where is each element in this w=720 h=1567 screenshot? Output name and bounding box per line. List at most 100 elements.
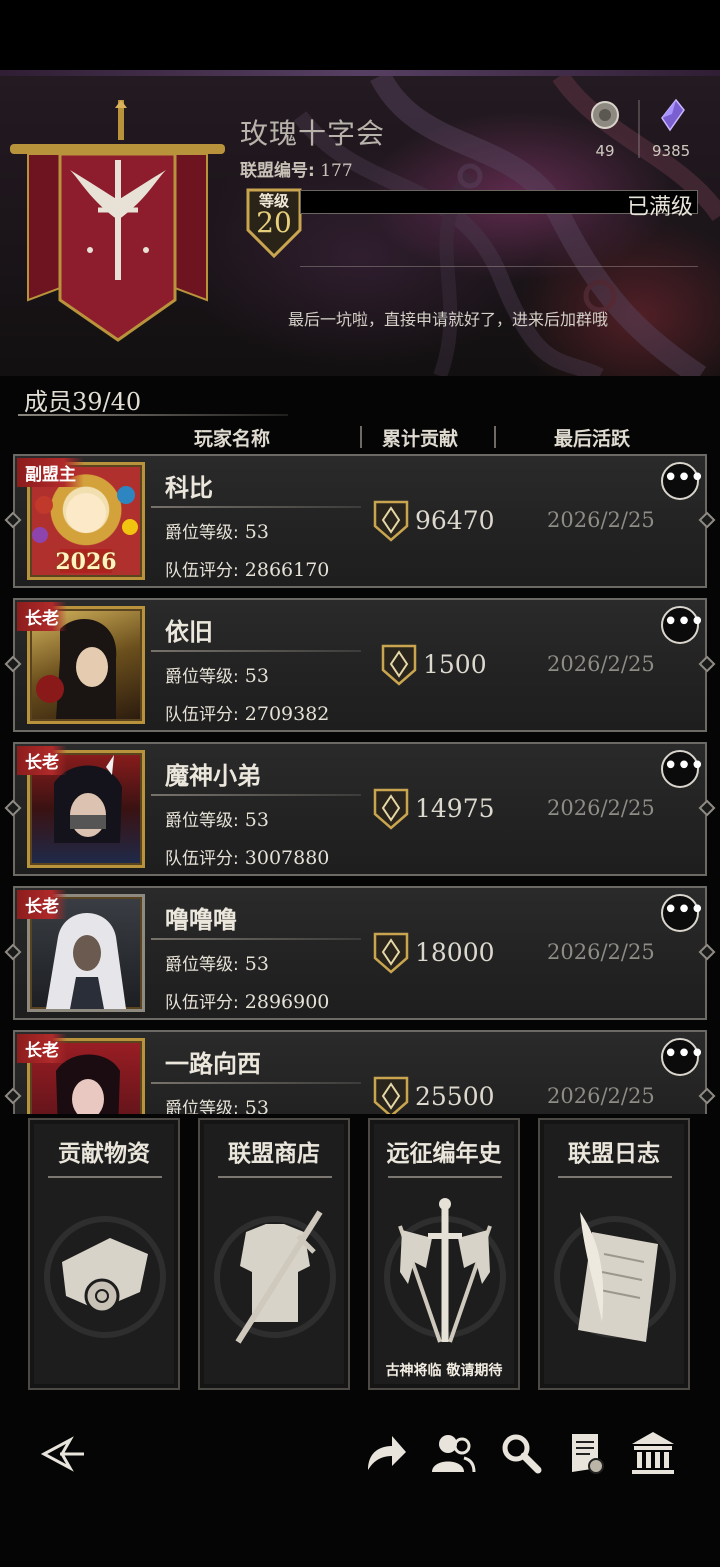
team-score: 队伍评分: 2866170 [165,556,329,581]
member-row[interactable]: 长老 依旧 爵位等级: 53 队伍评分: 2709382 1500 2026/2… [4,598,716,732]
row-ornament [698,943,716,961]
column-last-active: 最后活跃 [554,428,631,450]
panel-divider [48,1176,162,1178]
expedition-chronicle-panel[interactable]: 远征编年史 古神将临 敬请期待 [368,1118,520,1390]
avatar-caption: 2026 [55,549,117,575]
bottom-toolbar [0,1400,720,1567]
guild-banner-emblem [10,100,225,342]
more-options-button[interactable]: ••• [661,894,705,932]
row-ornament [698,1087,716,1105]
members-icon[interactable] [430,1430,476,1476]
panel-title: 远征编年史 [386,1141,502,1167]
contribution-value: 25500 [415,1082,495,1111]
row-ornament [4,511,22,529]
panel-divider [388,1176,502,1178]
role-badge: 长老 [17,746,67,775]
member-row[interactable]: 长老 噜噜噜 爵位等级: 53 队伍评分: 2896900 18000 2026… [4,886,716,1020]
more-options-button[interactable]: ••• [661,1038,705,1076]
rank-value: 53 [244,521,269,543]
currency-crystal-value: 9385 [652,142,691,160]
currency-divider [638,100,640,158]
contribution-icon [373,932,409,974]
row-ornament [698,511,716,529]
guild-name: 玫瑰十字会 [240,117,386,150]
player-rank: 爵位等级: 53 [165,950,269,975]
player-name: 一路向西 [165,1050,261,1078]
role-badge: 长老 [17,602,67,631]
row-ornament [4,1087,22,1105]
column-contribution: 累计贡献 [382,428,459,450]
name-underline [151,650,361,652]
level-status: 已满级 [626,195,693,220]
score-label: 队伍评分: [165,705,239,725]
panel-title: 联盟日志 [568,1141,660,1167]
quill-document-icon [554,1212,676,1342]
last-active-date: 2026/2/25 [547,796,655,820]
row-ornament [4,943,22,961]
player-rank: 爵位等级: 53 [165,518,269,543]
column-divider [494,426,496,448]
member-row[interactable]: 长老 一路向西 爵位等级: 53 25500 2026/2/25 ••• [4,1030,716,1114]
crossed-banners-sword-icon [384,1198,506,1343]
last-active-date: 2026/2/25 [547,1084,655,1108]
player-name: 魔神小弟 [165,762,261,790]
guild-motto: 最后一坑啦，直接申请就好了，进来后加群哦 [288,310,609,329]
purple-crystal-icon [661,98,686,132]
armor-sword-icon [214,1210,336,1344]
player-rank: 爵位等级: 53 [165,1094,269,1114]
guild-level: 20 [256,206,292,239]
share-icon[interactable] [362,1430,408,1476]
guild-id-label: 联盟编号: [240,161,315,181]
last-active-date: 2026/2/25 [547,652,655,676]
guild-hall-icon[interactable] [630,1430,676,1476]
member-row[interactable]: 长老 魔神小弟 爵位等级: 53 队伍评分: 3007880 14975 202… [4,742,716,876]
player-rank: 爵位等级: 53 [165,806,269,831]
column-player-name: 玩家名称 [194,428,271,450]
score-label: 队伍评分: [165,561,239,581]
more-options-button[interactable]: ••• [661,462,705,500]
contribution-value: 14975 [415,794,495,823]
rank-label: 爵位等级: [165,955,239,975]
panel-note: 古神将临 敬请期待 [385,1363,503,1379]
name-underline [151,506,361,508]
level-progress-bar: 已满级 [300,190,698,220]
name-underline [151,1082,361,1084]
name-underline [151,794,361,796]
contribution-icon [373,500,409,542]
contribution-icon [373,788,409,830]
name-underline [151,938,361,940]
team-score: 队伍评分: 2896900 [165,988,329,1013]
guild-shop-panel[interactable]: 联盟商店 [198,1118,350,1390]
contribution-value: 96470 [415,506,495,535]
score-value: 2866170 [244,559,330,581]
more-options-button[interactable]: ••• [661,750,705,788]
row-ornament [4,799,22,817]
contribution-value: 18000 [415,938,495,967]
more-options-button[interactable]: ••• [661,606,705,644]
guild-id-value: 177 [320,161,353,181]
silver-coin-icon [591,101,619,129]
member-list[interactable]: 2026 副盟主 科比 爵位等级: 53 队伍评分: 2866170 96470… [0,452,720,1114]
last-active-date: 2026/2/25 [547,940,655,964]
column-divider [360,426,362,448]
score-label: 队伍评分: [165,849,239,869]
score-value: 2709382 [244,703,330,725]
panel-title: 联盟商店 [228,1141,320,1167]
application-document-icon[interactable] [564,1430,610,1476]
member-row[interactable]: 2026 副盟主 科比 爵位等级: 53 队伍评分: 2866170 96470… [4,454,716,588]
back-arrow-icon[interactable] [40,1430,86,1476]
contribution-icon [381,644,417,686]
currency-silver-value: 49 [595,142,615,160]
contribution-icon [373,1076,409,1114]
status-area [0,0,720,70]
rank-label: 爵位等级: [165,1099,239,1114]
last-active-date: 2026/2/25 [547,508,655,532]
rank-label: 爵位等级: [165,667,239,687]
search-icon[interactable] [498,1430,544,1476]
player-name: 科比 [165,474,213,502]
members-count-title: 成员39/40 [24,388,142,416]
panel-divider [558,1176,672,1178]
rank-value: 53 [244,809,269,831]
donate-supplies-panel[interactable]: 贡献物资 [28,1118,180,1390]
guild-log-panel[interactable]: 联盟日志 [538,1118,690,1390]
